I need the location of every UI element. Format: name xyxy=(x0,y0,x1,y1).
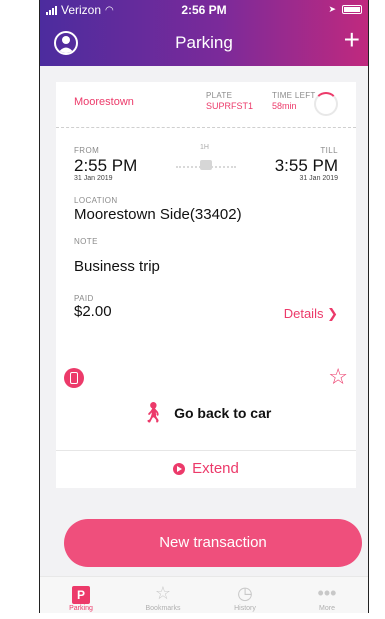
paid-value: $2.00 xyxy=(74,303,112,320)
status-bar: Verizon ◠ 2:56 PM ➤ xyxy=(40,0,368,20)
go-back-to-car-button[interactable]: 🚶︎ Go back to car xyxy=(56,398,356,436)
bookmark-star-icon[interactable]: ☆ xyxy=(328,365,348,389)
tab-history-label: History xyxy=(234,605,256,612)
extend-button[interactable]: Extend xyxy=(56,450,356,488)
tab-more-label: More xyxy=(319,605,335,612)
time-left-label: TIME LEFT xyxy=(272,91,316,100)
add-icon[interactable]: + xyxy=(344,26,360,54)
go-back-label: Go back to car xyxy=(174,405,272,421)
parking-summary[interactable]: Moorestown PLATE SUPRFST1 TIME LEFT 58mi… xyxy=(56,82,356,128)
time-left-ring-icon xyxy=(314,92,338,116)
tab-bookmarks-label: Bookmarks xyxy=(145,605,181,612)
status-time: 2:56 PM xyxy=(181,3,227,17)
paid-label: PAID xyxy=(74,294,94,303)
extend-label: Extend xyxy=(192,460,239,477)
battery-icon xyxy=(342,5,362,14)
screenshot-border-left xyxy=(0,0,40,619)
app-header: Verizon ◠ 2:56 PM ➤ Parking + xyxy=(40,0,368,66)
nav-bar: Parking + xyxy=(40,26,368,60)
note-value: Business trip xyxy=(74,258,160,275)
walking-person-icon: 🚶︎ xyxy=(140,402,167,424)
details-link-label: Details xyxy=(283,306,324,321)
plate-value: SUPRFST1 xyxy=(206,101,254,111)
parking-icon: P xyxy=(40,583,122,605)
page-title: Parking xyxy=(175,33,233,52)
chevron-right-icon: ❯ xyxy=(327,306,338,321)
mobile-phone-icon[interactable] xyxy=(64,368,84,388)
details-link[interactable]: Details ❯ xyxy=(284,306,338,322)
parking-details: FROM 2:55 PM 31 Jan 2019 1H TILL 3:55 PM… xyxy=(56,128,356,438)
status-right: ➤ xyxy=(328,4,362,15)
screenshot-border-bottom xyxy=(0,613,385,619)
note-label: NOTE xyxy=(74,237,98,246)
location-value: Moorestown Side(33402) xyxy=(74,206,242,223)
till-time: 3:55 PM xyxy=(274,156,338,175)
screenshot-border-right xyxy=(368,0,385,619)
play-circle-icon xyxy=(173,462,186,475)
more-icon: ••• xyxy=(317,583,337,603)
clock-icon: ◷ xyxy=(237,583,253,603)
new-transaction-button[interactable]: New transaction xyxy=(64,519,362,567)
till-date: 31 Jan 2019 xyxy=(299,175,338,182)
from-label: FROM xyxy=(74,146,100,155)
zone-name: Moorestown xyxy=(74,96,134,108)
duration-label: 1H xyxy=(200,144,209,151)
parking-card: Moorestown PLATE SUPRFST1 TIME LEFT 58mi… xyxy=(56,82,356,488)
duration-car-icon xyxy=(200,160,212,170)
location-arrow-icon: ➤ xyxy=(328,4,336,14)
app-screen: Verizon ◠ 2:56 PM ➤ Parking + Moorestown… xyxy=(40,0,368,619)
time-left-value: 58min xyxy=(272,101,297,111)
from-time: 2:55 PM xyxy=(74,156,138,175)
plate-label: PLATE xyxy=(206,91,233,100)
till-label: TILL xyxy=(320,146,338,155)
from-date: 31 Jan 2019 xyxy=(74,175,113,182)
star-icon: ☆ xyxy=(154,583,172,603)
location-label: LOCATION xyxy=(74,196,118,205)
tab-parking-label: Parking xyxy=(69,605,93,612)
